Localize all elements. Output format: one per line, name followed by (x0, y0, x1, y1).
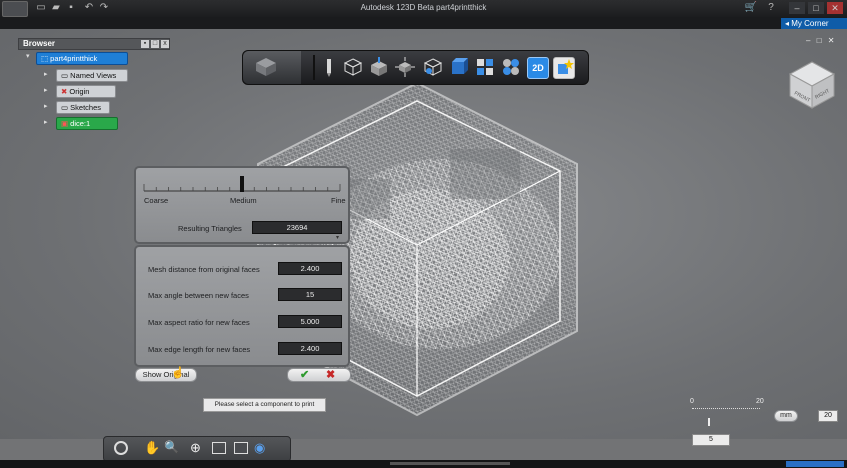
steering-wheel-icon[interactable] (114, 441, 128, 455)
param-label: Max aspect ratio for new faces (148, 318, 250, 327)
component-icon: ▣ (61, 119, 71, 128)
check-icon[interactable]: ✔ (300, 368, 309, 381)
slider-thumb[interactable] (240, 176, 244, 192)
expand-icon[interactable]: ▸ (44, 103, 50, 110)
cube-move-icon[interactable] (369, 57, 389, 77)
browser-panel-header: Browser ▪ □ x (18, 38, 170, 50)
2d-button[interactable]: 2D (527, 57, 549, 79)
pattern-icon[interactable] (501, 57, 521, 77)
sphere-cube-icon[interactable] (423, 57, 443, 77)
close-icon[interactable]: x (161, 40, 169, 48)
scale-tick-20: 20 (756, 398, 764, 405)
restore-icon[interactable]: □ (817, 36, 822, 45)
pan-icon[interactable]: ✋ (144, 440, 160, 456)
folder-icon: ▭ (61, 71, 71, 80)
param-label: Max edge length for new faces (148, 345, 251, 354)
cart-icon[interactable]: 🛒 (744, 2, 758, 14)
expand-icon[interactable]: ▸ (44, 71, 50, 78)
param-label: Mesh distance from original faces (148, 265, 260, 274)
fit-icon[interactable] (212, 442, 226, 454)
collapse-arrow-icon[interactable]: ▾ (336, 234, 339, 241)
resulting-triangles-label: Resulting Triangles (178, 224, 242, 233)
minimize-button[interactable]: – (789, 2, 805, 14)
my-corner-label: My Corner (791, 19, 829, 28)
param-label: Max angle between new faces (148, 291, 249, 300)
slider-label-medium: Medium (230, 196, 257, 205)
expand-icon[interactable]: ▸ (44, 119, 50, 126)
help-icon[interactable]: ? (764, 2, 778, 14)
navigation-bar: ✋ 🔍 ⊕ ◉ (103, 436, 291, 462)
visual-style-icon[interactable]: ◉ (254, 440, 265, 456)
x-icon[interactable]: ✖ (326, 368, 335, 381)
transform-icon[interactable] (395, 57, 415, 77)
view-cube[interactable]: FRONT RIGHT (788, 60, 836, 110)
title-bar: ▭ ▰ ▪ ↶ ↷ Autodesk 123D Beta part4printt… (0, 0, 847, 17)
collapse-icon[interactable]: ▾ (26, 53, 32, 60)
expand-icon[interactable]: ▸ (44, 87, 50, 94)
browser-title: Browser (23, 39, 56, 48)
maximize-button[interactable]: □ (808, 2, 824, 14)
status-tooltip: Please select a component to print (203, 398, 326, 412)
param-aspect-ratio-input[interactable]: 5.000 (278, 315, 342, 328)
browser-tree: ▾ ⬚ part4printthick ▸ ▭ Named Views ▸ ✖ … (24, 52, 174, 132)
home-cube-icon[interactable] (255, 57, 277, 77)
tree-item-sketches[interactable]: ▭ Sketches (56, 101, 110, 114)
folder-icon: ▭ (61, 103, 71, 112)
pencil-icon[interactable] (319, 57, 339, 77)
toolbar-divider (313, 55, 315, 80)
param-mesh-distance-input[interactable]: 2.400 (278, 262, 342, 275)
status-text-placeholder (390, 462, 510, 465)
resulting-triangles-value: 23694 (252, 221, 342, 234)
mesh-refinement-panel: Coarse Medium Fine Resulting Triangles 2… (134, 166, 350, 244)
solid-box-icon[interactable] (449, 57, 469, 77)
scale-widget: 0 20 mm 20 5 (688, 398, 838, 448)
2d-label: 2D (532, 63, 544, 73)
tree-item-origin[interactable]: ✖ Origin (56, 85, 116, 98)
grid-icon[interactable] (475, 57, 495, 77)
tree-item-label: Named Views (70, 71, 117, 80)
show-original-button[interactable]: Show Original (135, 368, 197, 382)
viewport-window-controls: – □ ✕ (806, 36, 844, 45)
scale-value-bottom[interactable]: 5 (692, 434, 730, 446)
tree-item-label: Sketches (70, 103, 102, 112)
scale-tick-0: 0 (690, 398, 694, 405)
tree-item-dice[interactable]: ▣ dice:1 (56, 117, 118, 130)
minimize-icon[interactable]: – (806, 36, 810, 45)
orbit-icon[interactable]: ⊕ (190, 440, 201, 456)
mesh-params-panel: Mesh distance from original faces 2.400 … (134, 245, 350, 367)
close-icon[interactable]: ✕ (828, 36, 835, 45)
scale-value-right[interactable]: 20 (818, 410, 838, 422)
main-toolbar: 2D (242, 50, 589, 85)
scale-ruler (692, 408, 760, 410)
tree-item-label: Origin (69, 87, 90, 96)
tree-item-label: part4printthick (50, 54, 98, 63)
star-box-icon[interactable] (553, 57, 575, 79)
status-bar (0, 460, 847, 468)
ok-cancel-group: ✔ ✖ (287, 368, 351, 382)
param-max-angle-input[interactable]: 15 (278, 288, 342, 301)
param-edge-length-input[interactable]: 2.400 (278, 342, 342, 355)
ribbon-bar (0, 17, 847, 29)
part-icon: ⬚ (41, 54, 51, 63)
box-icon[interactable] (343, 57, 363, 77)
slider-label-coarse: Coarse (144, 196, 169, 205)
my-corner-tab[interactable]: ◂ My Corner (781, 18, 847, 29)
restore-icon[interactable]: □ (151, 40, 159, 48)
window-title: Autodesk 123D Beta part4printthick (360, 3, 487, 12)
pin-icon[interactable]: ▪ (141, 40, 149, 48)
tree-item-named-views[interactable]: ▭ Named Views (56, 69, 128, 82)
close-button[interactable]: ✕ (827, 2, 843, 14)
unit-button[interactable]: mm (774, 410, 798, 422)
refinement-slider[interactable] (142, 176, 342, 194)
mouse-pointer-icon: ☝ (171, 367, 185, 379)
scale-marker[interactable] (708, 418, 710, 426)
zoom-icon[interactable]: 🔍 (164, 440, 179, 454)
tree-item-root[interactable]: ⬚ part4printthick (36, 52, 128, 65)
status-icons (786, 461, 844, 467)
slider-label-fine: Fine (331, 196, 346, 205)
tree-item-label: dice:1 (70, 119, 91, 128)
view-icon[interactable] (234, 442, 248, 454)
